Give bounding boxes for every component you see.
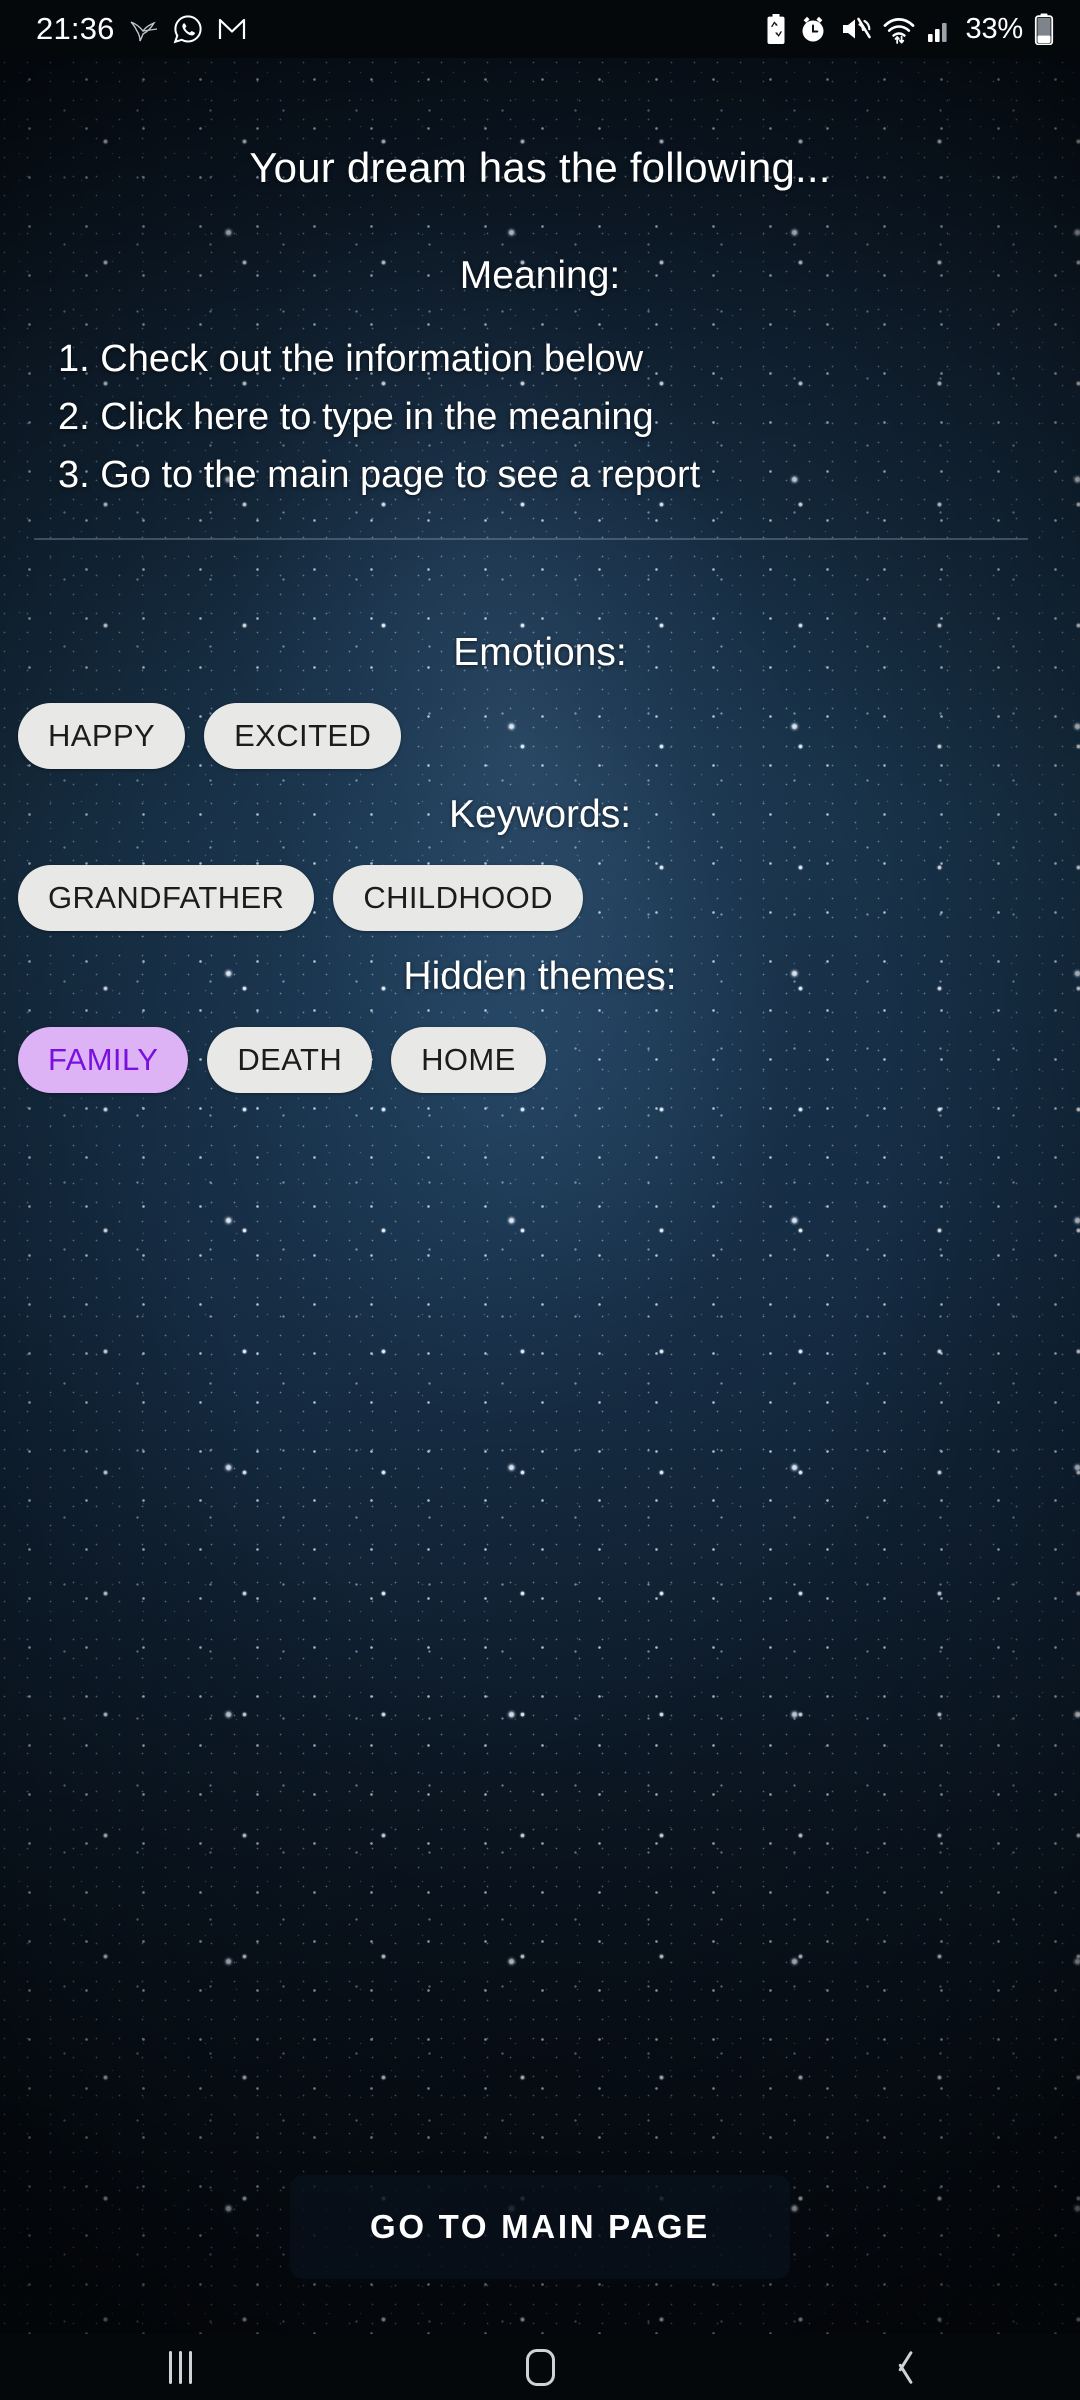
home-icon: [525, 2348, 555, 2386]
battery-percent-label: 33%: [965, 12, 1024, 45]
whatsapp-icon: [173, 15, 202, 44]
theme-chip[interactable]: HOME: [391, 1027, 546, 1093]
nav-home-button[interactable]: [360, 2334, 720, 2400]
alarm-icon: [802, 16, 824, 42]
bird-icon: [130, 21, 157, 42]
emotion-chip[interactable]: HAPPY: [18, 703, 186, 769]
dream-detail-content: Your dream has the following... Meaning:…: [0, 58, 1080, 2334]
status-bar-right: 33%: [765, 13, 1054, 46]
system-navigation-bar: [0, 2334, 1080, 2400]
back-chevron-icon: [887, 2349, 913, 2386]
gmail-icon: [218, 18, 245, 39]
status-clock: 21:36: [36, 11, 115, 46]
meaning-input-area[interactable]: 1. Check out the information below 2. Cl…: [58, 330, 1048, 504]
phone-screen: 21:36 33% Your dream has the following..…: [0, 0, 1080, 2400]
hidden-themes-section-label: Hidden themes:: [403, 955, 677, 998]
status-bar: 21:36 33%: [0, 0, 1080, 58]
page-title: Your dream has the following...: [249, 144, 831, 191]
go-to-main-page-button[interactable]: GO TO MAIN PAGE: [290, 2175, 790, 2279]
nav-recents-button[interactable]: [0, 2334, 360, 2400]
battery-saver-icon: [767, 14, 785, 44]
battery-icon: [1034, 13, 1054, 45]
recents-icon: [168, 2350, 192, 2384]
emotion-chip[interactable]: EXCITED: [204, 703, 402, 769]
status-bar-left: 21:36: [36, 11, 247, 47]
wifi-icon: [883, 17, 914, 44]
hidden-themes-chip-row: FAMILY DEATH HOME: [18, 1027, 1062, 1093]
instruction-line-3: 3. Go to the main page to see a report: [58, 454, 701, 496]
theme-chip[interactable]: DEATH: [207, 1027, 373, 1093]
meaning-field-underline: [34, 538, 1028, 540]
meaning-section-label: Meaning:: [459, 254, 621, 297]
instruction-line-2: 2. Click here to type in the meaning: [58, 396, 654, 438]
cellular-signal-icon: [927, 23, 947, 42]
theme-chip-selected[interactable]: FAMILY: [18, 1027, 189, 1093]
nav-back-button[interactable]: [720, 2334, 1080, 2400]
emotions-section-label: Emotions:: [453, 631, 627, 674]
instruction-line-1: 1. Check out the information below: [58, 338, 644, 380]
volume-muted-icon: [842, 17, 871, 39]
keywords-chip-row: GRANDFATHER CHILDHOOD: [18, 865, 1062, 931]
keyword-chip[interactable]: CHILDHOOD: [333, 865, 583, 931]
emotions-chip-row: HAPPY EXCITED: [18, 703, 1062, 769]
keyword-chip[interactable]: GRANDFATHER: [18, 865, 315, 931]
keywords-section-label: Keywords:: [448, 793, 632, 836]
